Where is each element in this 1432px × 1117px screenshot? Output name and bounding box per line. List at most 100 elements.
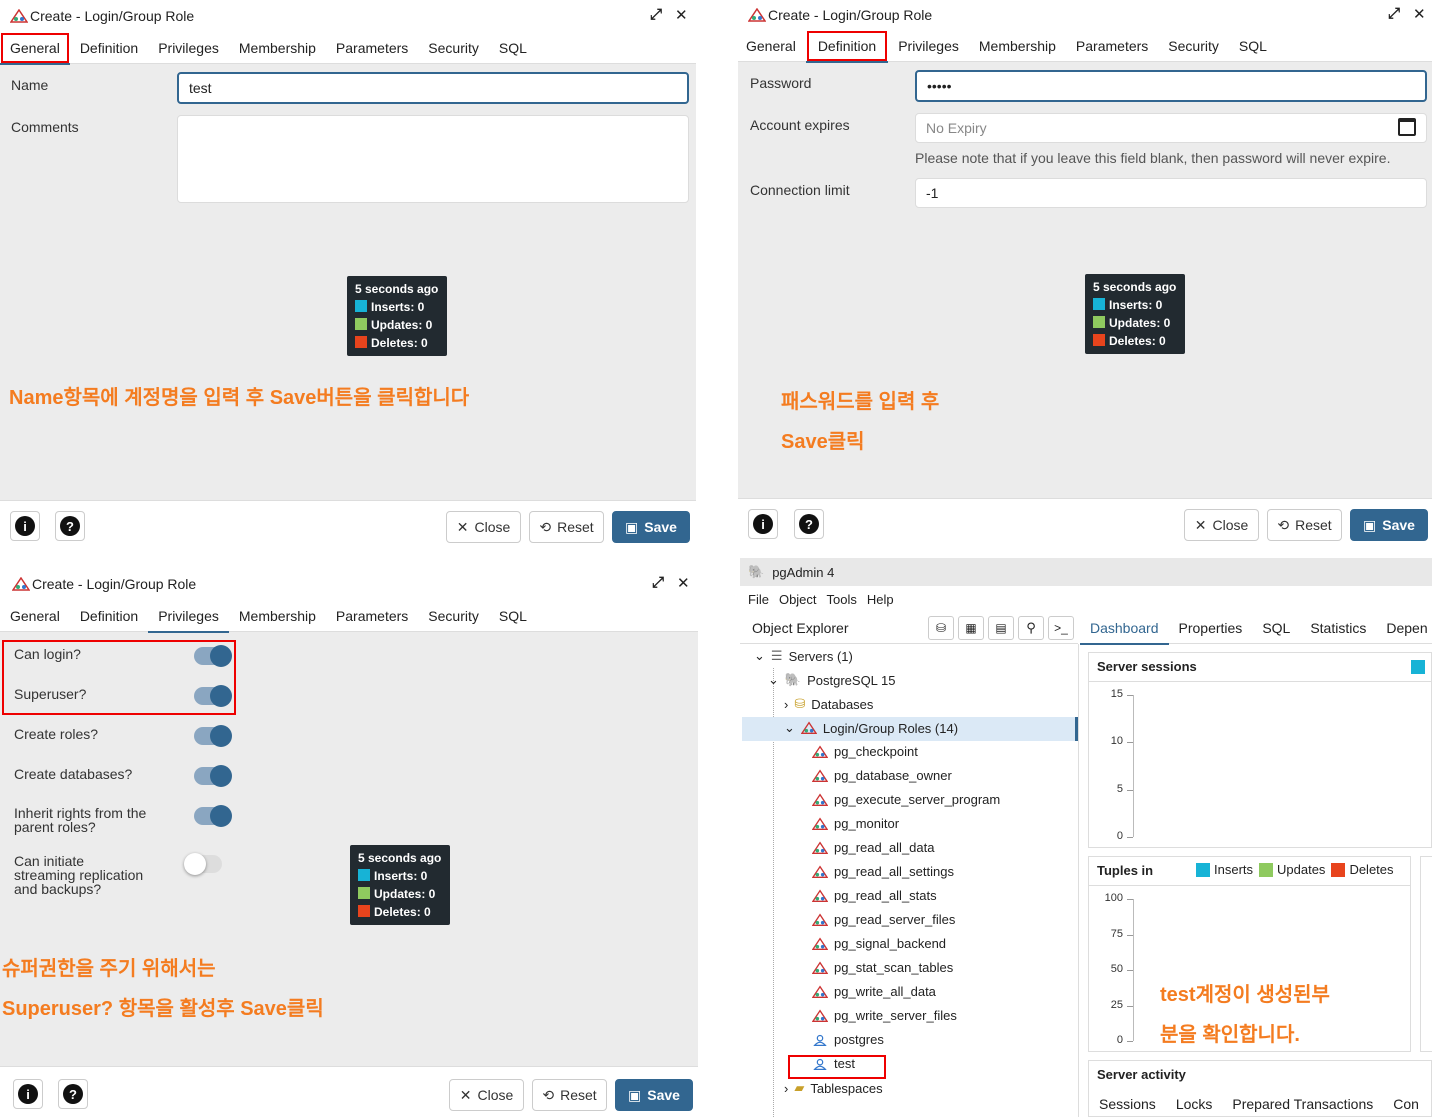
close-button[interactable]: ✕ Close: [446, 511, 521, 543]
tab-security[interactable]: Security: [418, 32, 489, 64]
tree-role-item[interactable]: pg_execute_server_program: [812, 792, 1000, 807]
save-button[interactable]: ▣ Save: [615, 1079, 693, 1111]
search-icon[interactable]: ⚲: [1018, 616, 1044, 640]
superuser-label: Superuser?: [14, 686, 87, 702]
tree-role-item[interactable]: pg_write_server_files: [812, 1008, 957, 1023]
tab-definition[interactable]: Definition: [70, 600, 148, 632]
tree-role-item[interactable]: pg_checkpoint: [812, 744, 918, 759]
close-button[interactable]: ✕ Close: [449, 1079, 524, 1111]
tab-sessions[interactable]: Sessions: [1089, 1091, 1166, 1117]
tree-role-item[interactable]: pg_read_all_data: [812, 840, 934, 855]
role-group-icon: [812, 768, 828, 782]
tree-role-item[interactable]: pg_signal_backend: [812, 936, 946, 951]
help-button[interactable]: ?: [794, 509, 824, 539]
menu-help[interactable]: Help: [867, 592, 894, 607]
comments-textarea[interactable]: [177, 115, 689, 203]
tab-privileges[interactable]: Privileges: [888, 30, 969, 62]
create-databases-label: Create databases?: [14, 766, 133, 782]
name-input[interactable]: test: [177, 72, 689, 104]
expand-icon[interactable]: ⤢: [650, 6, 662, 23]
help-button[interactable]: ?: [58, 1079, 88, 1109]
inherit-label: Inherit rights from the parent roles?: [14, 805, 147, 835]
tab-parameters[interactable]: Parameters: [1066, 30, 1158, 62]
tab-parameters[interactable]: Parameters: [326, 32, 418, 64]
save-button[interactable]: ▣ Save: [612, 511, 690, 543]
tab-security[interactable]: Security: [418, 600, 489, 632]
tab-sql[interactable]: SQL: [1229, 30, 1277, 62]
tree-server[interactable]: ⌄ 🐘 PostgreSQL 15: [768, 672, 896, 688]
info-button[interactable]: i: [748, 509, 778, 539]
tab-general[interactable]: General: [0, 32, 70, 65]
can-login-toggle[interactable]: [194, 645, 232, 667]
tree-roles[interactable]: ⌄ Login/Group Roles (14): [784, 720, 958, 736]
tab-properties[interactable]: Properties: [1169, 612, 1253, 644]
close-x-icon: ✕: [459, 1086, 472, 1103]
close-icon[interactable]: ✕: [677, 574, 690, 592]
reset-button[interactable]: ⟲ Reset: [532, 1079, 607, 1111]
expand-icon[interactable]: ⤢: [1388, 5, 1400, 22]
tab-statistics[interactable]: Statistics: [1300, 612, 1376, 644]
superuser-toggle[interactable]: [194, 685, 232, 707]
tab-sql[interactable]: SQL: [1252, 612, 1300, 644]
tab-security[interactable]: Security: [1158, 30, 1229, 62]
menu-object[interactable]: Object: [779, 592, 817, 607]
tree-databases[interactable]: › ⛁ Databases: [784, 696, 873, 712]
inherit-toggle[interactable]: [194, 805, 232, 827]
tree-role-item[interactable]: pg_database_owner: [812, 768, 952, 783]
elephant-icon: 🐘: [748, 564, 765, 579]
table-view-icon[interactable]: ▦: [958, 616, 984, 640]
axis-tick-label: 5: [1116, 782, 1123, 795]
tab-general[interactable]: General: [738, 30, 806, 62]
tab-dashboard[interactable]: Dashboard: [1080, 612, 1169, 645]
close-icon[interactable]: ✕: [675, 6, 688, 24]
role-group-icon: [812, 744, 828, 758]
tab-parameters[interactable]: Parameters: [326, 600, 418, 632]
query-tool-icon[interactable]: ⛁: [928, 616, 954, 640]
help-button[interactable]: ?: [55, 511, 85, 541]
replication-toggle[interactable]: [184, 853, 222, 875]
close-button[interactable]: ✕ Close: [1184, 509, 1259, 541]
tab-configuration[interactable]: Con: [1383, 1091, 1429, 1117]
tree-servers[interactable]: ⌄ ☰ Servers (1): [754, 648, 853, 664]
expires-input[interactable]: No Expiry: [915, 113, 1427, 143]
tab-definition[interactable]: Definition: [70, 32, 148, 64]
reset-button[interactable]: ⟲ Reset: [529, 511, 604, 543]
tree-role-item[interactable]: pg_write_all_data: [812, 984, 936, 999]
tab-membership[interactable]: Membership: [229, 600, 326, 632]
tab-locks[interactable]: Locks: [1166, 1091, 1223, 1117]
tree-role-item[interactable]: pg_read_all_settings: [812, 864, 954, 879]
tree-role-item[interactable]: postgres: [812, 1032, 884, 1047]
tab-membership[interactable]: Membership: [969, 30, 1066, 62]
tab-membership[interactable]: Membership: [229, 32, 326, 64]
filter-table-icon[interactable]: ▤: [988, 616, 1014, 640]
tree-role-item[interactable]: pg_read_server_files: [812, 912, 955, 927]
tree-tablespaces[interactable]: › ▰ Tablespaces: [784, 1080, 883, 1096]
tab-sql[interactable]: SQL: [489, 32, 537, 64]
role-group-icon: [812, 864, 828, 878]
expand-icon[interactable]: ⤢: [652, 574, 664, 591]
create-roles-toggle[interactable]: [194, 725, 232, 747]
menu-tools[interactable]: Tools: [827, 592, 857, 607]
tab-definition[interactable]: Definition: [805, 30, 889, 63]
info-button[interactable]: i: [13, 1079, 43, 1109]
menu-file[interactable]: File: [748, 592, 769, 607]
tab-privileges[interactable]: Privileges: [148, 600, 229, 633]
password-input[interactable]: •••••: [915, 70, 1427, 102]
save-button[interactable]: ▣ Save: [1350, 509, 1428, 541]
calendar-icon[interactable]: [1398, 118, 1416, 136]
tab-general[interactable]: General: [0, 600, 70, 632]
tab-privileges[interactable]: Privileges: [148, 32, 229, 64]
tree-role-item[interactable]: pg_monitor: [812, 816, 899, 831]
close-icon[interactable]: ✕: [1413, 5, 1426, 23]
tree-role-item[interactable]: pg_stat_scan_tables: [812, 960, 953, 975]
connlimit-input[interactable]: -1: [915, 178, 1427, 208]
terminal-icon[interactable]: >_: [1048, 616, 1074, 640]
tab-dependencies[interactable]: Depen: [1376, 612, 1432, 644]
tree-role-item[interactable]: pg_read_all_stats: [812, 888, 937, 903]
create-databases-toggle[interactable]: [194, 765, 232, 787]
tuples-in-title: Tuples in: [1097, 863, 1154, 878]
tab-prepared-transactions[interactable]: Prepared Transactions: [1222, 1091, 1383, 1117]
info-button[interactable]: i: [10, 511, 40, 541]
reset-button[interactable]: ⟲ Reset: [1267, 509, 1342, 541]
tab-sql[interactable]: SQL: [489, 600, 537, 632]
